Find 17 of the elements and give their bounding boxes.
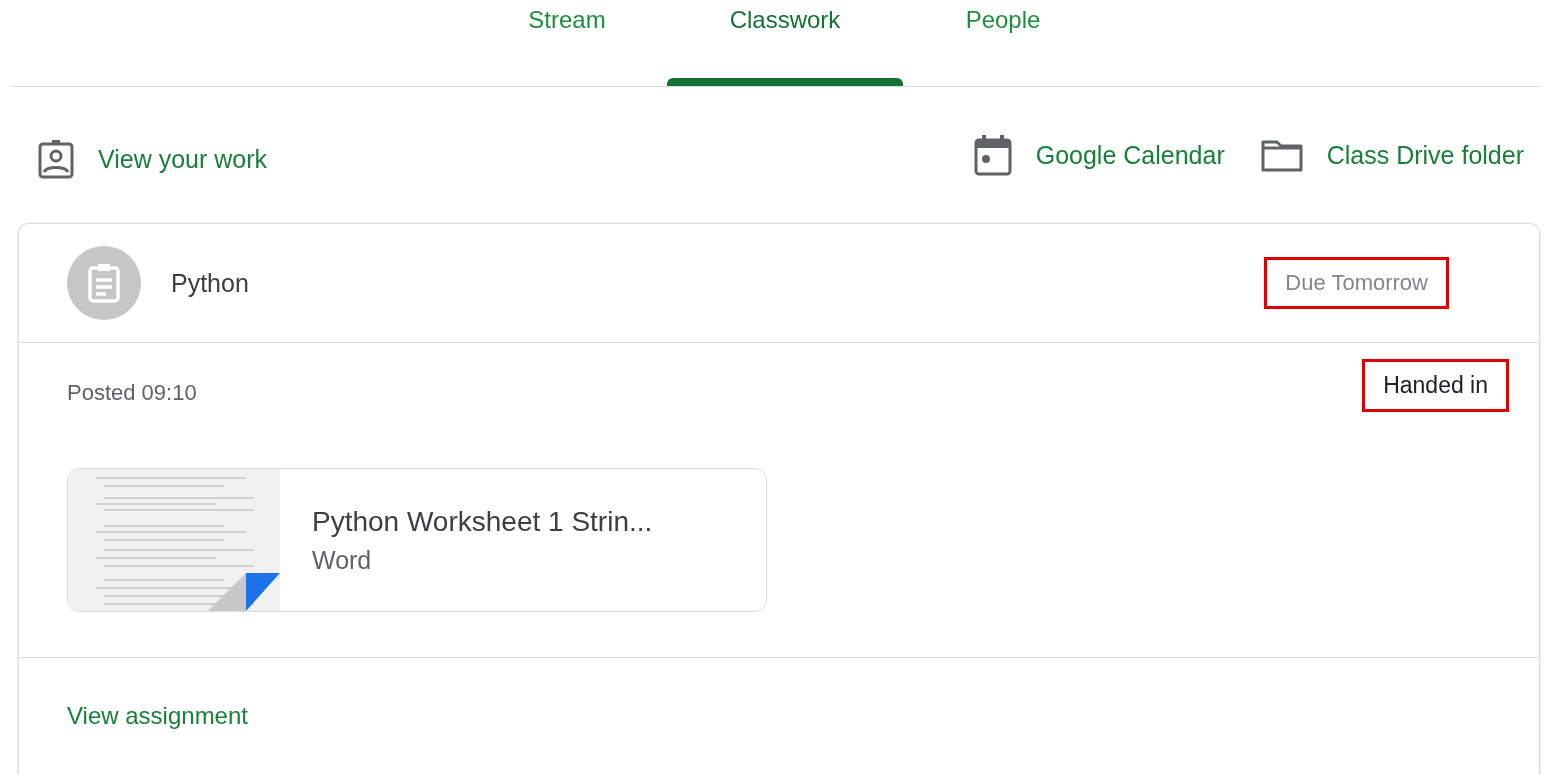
assignment-title: Python — [171, 268, 249, 298]
attachment-type: Word — [312, 545, 373, 575]
tab[interactable]: Classwork — [729, 6, 841, 34]
action-link[interactable]: Class Drive folder — [1260, 138, 1524, 172]
attachment-card[interactable]: Python Worksheet 1 Strin... Word — [67, 468, 767, 612]
tab[interactable]: Stream — [528, 6, 606, 34]
due-date: Due Tomorrow — [1285, 270, 1428, 295]
status-label: Handed in — [1383, 372, 1488, 398]
id-badge-icon — [38, 139, 74, 179]
folder-icon — [1260, 138, 1303, 172]
attachment-title: Python Worksheet 1 Strin... — [312, 505, 653, 538]
action-link[interactable]: View your work — [38, 139, 268, 179]
tab[interactable]: People — [965, 6, 1041, 34]
view-assignment-link[interactable]: View assignment — [67, 702, 248, 729]
calendar-icon — [973, 134, 1012, 176]
action-link[interactable]: Google Calendar — [973, 134, 1225, 176]
posted-time: Posted 09:10 — [67, 380, 197, 406]
